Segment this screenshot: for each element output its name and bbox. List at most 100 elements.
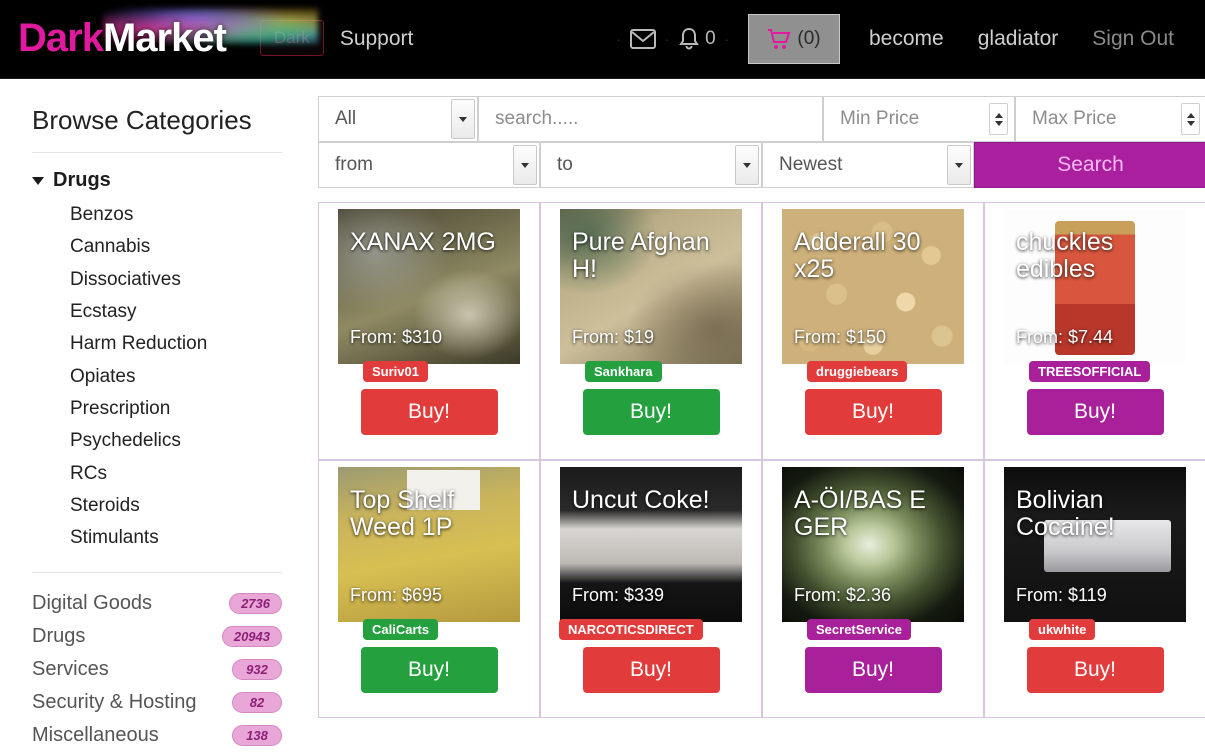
filter-row-2: from to Newest Search: [318, 142, 1205, 188]
buy-button[interactable]: Buy!: [1026, 647, 1164, 693]
vendor-badge[interactable]: Sankhara: [585, 361, 662, 382]
sidebar-item-psychedelics[interactable]: Psychedelics: [32, 425, 310, 457]
sidebar-item-prescription[interactable]: Prescription: [32, 393, 310, 425]
sidebar-item-dissociatives[interactable]: Dissociatives: [32, 264, 310, 296]
sidebar-item-miscellaneous[interactable]: Miscellaneous 138: [32, 719, 282, 752]
sidebar-item-drugs[interactable]: Drugs 20943: [32, 620, 282, 653]
product-card[interactable]: Pure Afghan H! From: $19 Sankhara Buy!: [540, 202, 762, 460]
category-select-value: All: [335, 108, 357, 129]
product-card[interactable]: chuckles edibles From: $7.44 TREESOFFICI…: [984, 202, 1205, 460]
product-card[interactable]: Uncut Coke! From: $339 NARCOTICSDIRECT B…: [540, 460, 762, 718]
product-thumbnail: A-ÖI/BAS E GER From: $2.36: [782, 467, 964, 622]
search-button[interactable]: Search: [974, 142, 1205, 188]
chevron-down-icon: [513, 145, 537, 185]
sidebar-count-list: Digital Goods 2736 Drugs 20943 Services …: [0, 573, 310, 752]
product-thumbnail: Pure Afghan H! From: $19: [560, 209, 742, 364]
search-filter-panel: All search..... Min Price Max Price from: [318, 96, 1205, 188]
product-card[interactable]: Adderall 30 x25 From: $150 druggiebears …: [762, 202, 984, 460]
sidebar-group-header[interactable]: Drugs: [32, 169, 310, 192]
product-card[interactable]: Top Shelf Weed 1P From: $695 CaliCarts B…: [318, 460, 540, 718]
product-card[interactable]: A-ÖI/BAS E GER From: $2.36 SecretService…: [762, 460, 984, 718]
buy-button[interactable]: Buy!: [1026, 389, 1164, 435]
product-price: From: $339: [572, 585, 665, 605]
product-price: From: $310: [350, 327, 443, 347]
sidebar-group-drugs: Drugs Benzos Cannabis Dissociatives Ecst…: [0, 153, 310, 554]
brand-market-text: Market: [102, 16, 227, 60]
sort-select[interactable]: Newest: [762, 142, 974, 188]
nav-separator-dot-3: ·: [724, 31, 729, 47]
vendor-badge[interactable]: druggiebears: [807, 361, 908, 382]
vendor-badge[interactable]: ukwhite: [1029, 619, 1096, 640]
category-sidebar: Browse Categories Drugs Benzos Cannabis …: [0, 79, 310, 747]
sidebar-item-ecstasy[interactable]: Ecstasy: [32, 296, 310, 328]
cart-icon: [767, 28, 791, 50]
product-price: From: $119: [1016, 585, 1107, 605]
max-price-stepper[interactable]: [1181, 103, 1200, 135]
support-link[interactable]: Support: [340, 27, 414, 51]
product-price: From: $150: [794, 327, 887, 347]
brand-dark-text: Dark: [18, 16, 104, 60]
chevron-down-icon: [735, 145, 759, 185]
buy-button[interactable]: Buy!: [360, 389, 498, 435]
sidebar-item-rcs[interactable]: RCs: [32, 458, 310, 490]
dark-mode-button[interactable]: Dark: [259, 20, 324, 56]
cart-button[interactable]: (0): [748, 14, 840, 64]
envelope-icon[interactable]: [629, 29, 656, 49]
buy-button[interactable]: Buy!: [582, 389, 720, 435]
sidebar-title: Browse Categories: [32, 105, 252, 135]
sidebar-item-steroids[interactable]: Steroids: [32, 490, 310, 522]
min-price-stepper[interactable]: [989, 103, 1008, 135]
buy-button[interactable]: Buy!: [360, 647, 498, 693]
sidebar-item-benzos[interactable]: Benzos: [32, 199, 310, 231]
product-price: From: $2.36: [794, 585, 892, 605]
sidebar-item-cannabis[interactable]: Cannabis: [32, 231, 310, 263]
sidebar-count-label: Drugs: [32, 625, 86, 648]
vendor-badge[interactable]: CaliCarts: [363, 619, 439, 640]
buy-button[interactable]: Buy!: [582, 647, 720, 693]
vendor-badge[interactable]: Suriv01: [363, 361, 428, 382]
bell-icon[interactable]: 0: [678, 27, 716, 51]
chevron-down-icon: [451, 99, 475, 139]
nav-link-become[interactable]: become: [852, 27, 961, 51]
sidebar-item-digital-goods[interactable]: Digital Goods 2736: [32, 587, 282, 620]
product-thumbnail: Top Shelf Weed 1P From: $695: [338, 467, 520, 622]
status-badge: 138: [232, 725, 282, 747]
status-badge: 20943: [221, 626, 282, 648]
search-input[interactable]: search.....: [478, 96, 823, 142]
from-select[interactable]: from: [318, 142, 540, 188]
min-price-input[interactable]: Min Price: [823, 96, 1015, 142]
product-grid: XANAX 2MG From: $310 Suriv01 Buy! Pure A…: [318, 202, 1205, 718]
category-select[interactable]: All: [318, 96, 478, 142]
buy-button[interactable]: Buy!: [804, 389, 942, 435]
site-logo[interactable]: DarkMarket: [18, 0, 318, 78]
buy-button[interactable]: Buy!: [804, 647, 942, 693]
max-price-input[interactable]: Max Price: [1015, 96, 1205, 142]
sidebar-item-stimulants[interactable]: Stimulants: [32, 522, 310, 554]
vendor-badge[interactable]: TREESOFFICIAL: [1029, 361, 1151, 382]
to-select[interactable]: to: [540, 142, 762, 188]
product-thumbnail: Bolivian Cocaine! From: $119: [1004, 467, 1186, 622]
product-price: From: $695: [350, 585, 443, 605]
sidebar-item-services[interactable]: Services 932: [32, 653, 282, 686]
top-navigation-bar: DarkMarket Dark Support · · 0 · (0) beco…: [0, 0, 1205, 79]
chevron-down-icon: [32, 176, 44, 185]
nav-link-sign-out[interactable]: Sign Out: [1075, 27, 1191, 51]
vendor-badge[interactable]: NARCOTICSDIRECT: [559, 619, 703, 640]
status-badge: 2736: [229, 593, 282, 615]
product-price: From: $7.44: [1016, 327, 1114, 347]
sidebar-count-label: Services: [32, 658, 109, 681]
vendor-badge[interactable]: SecretService: [807, 619, 912, 640]
sidebar-group-label: Drugs: [53, 169, 111, 191]
page-body: Browse Categories Drugs Benzos Cannabis …: [0, 79, 1205, 747]
status-badge: 82: [232, 692, 282, 714]
filter-row-1: All search..... Min Price Max Price: [318, 96, 1205, 142]
sidebar-item-harm-reduction[interactable]: Harm Reduction: [32, 328, 310, 360]
product-thumbnail: Uncut Coke! From: $339: [560, 467, 742, 622]
nav-link-gladiator[interactable]: gladiator: [961, 27, 1076, 51]
sidebar-count-label: Miscellaneous: [32, 724, 159, 747]
search-input-placeholder: search.....: [495, 108, 579, 129]
sidebar-item-opiates[interactable]: Opiates: [32, 361, 310, 393]
product-card[interactable]: Bolivian Cocaine! From: $119 ukwhite Buy…: [984, 460, 1205, 718]
sidebar-item-security-hosting[interactable]: Security & Hosting 82: [32, 686, 282, 719]
product-card[interactable]: XANAX 2MG From: $310 Suriv01 Buy!: [318, 202, 540, 460]
